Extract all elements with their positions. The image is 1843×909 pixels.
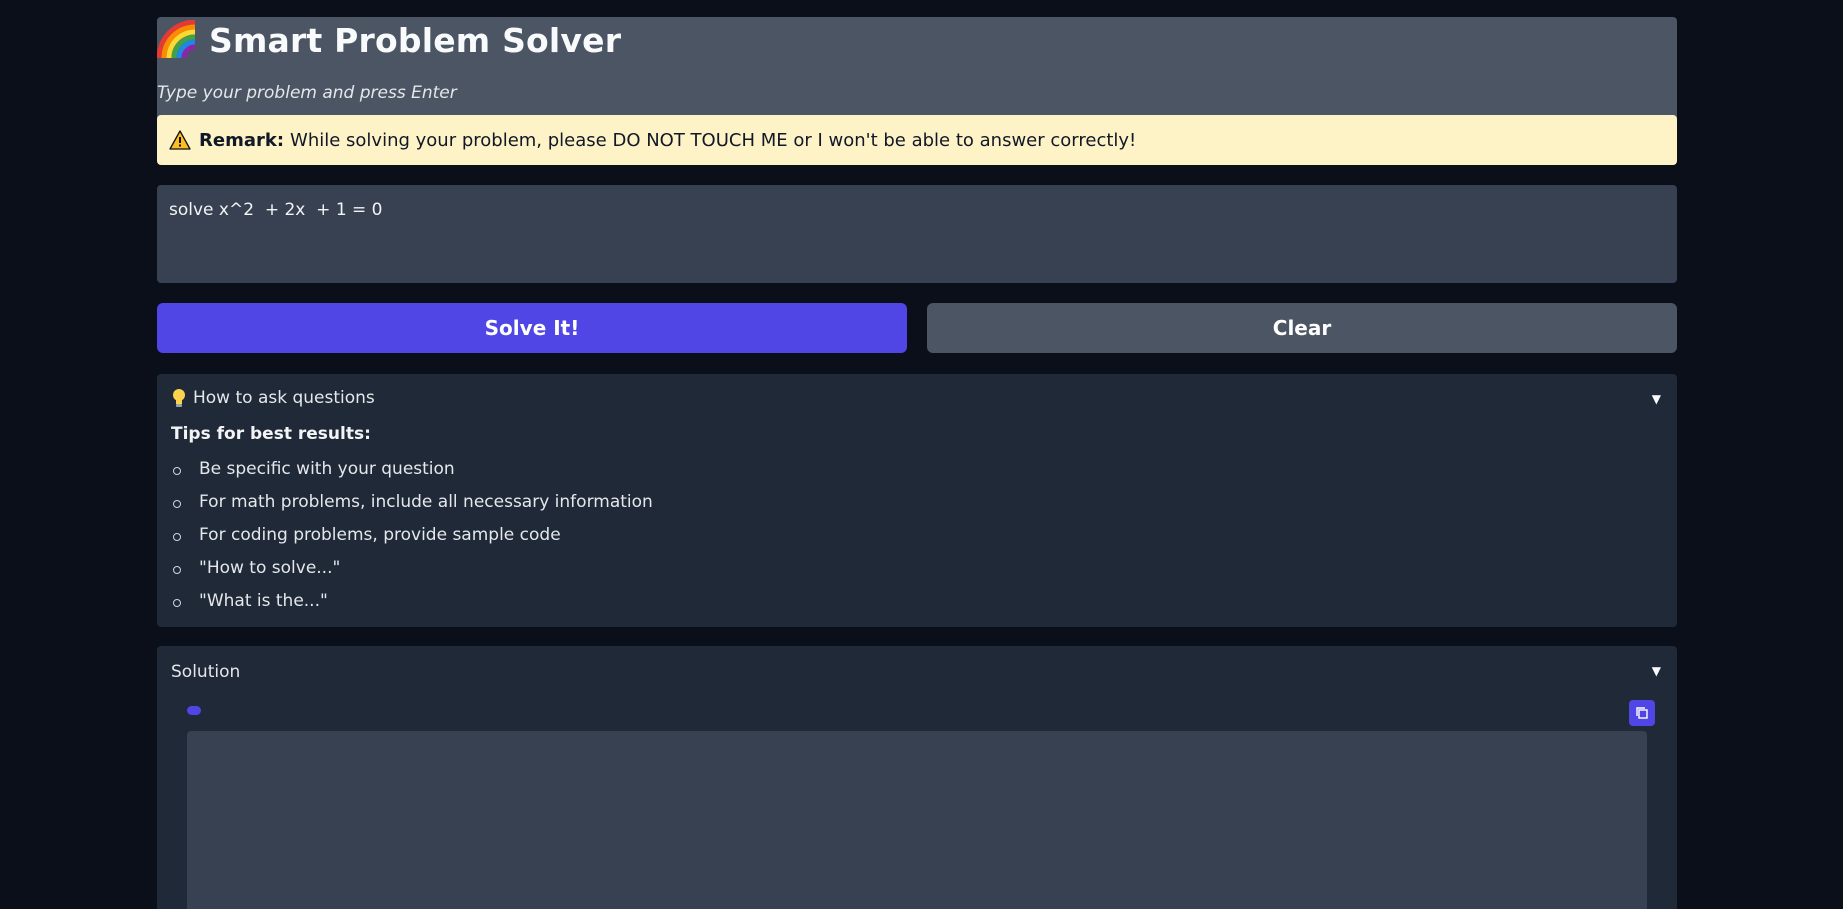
bullet-icon xyxy=(173,599,181,607)
page-subtitle: Type your problem and press Enter xyxy=(157,83,457,103)
solution-accordion: Solution ▼ xyxy=(157,646,1677,909)
warning-icon xyxy=(169,130,191,150)
remark-text: While solving your problem, please DO NO… xyxy=(290,129,1137,151)
loading-indicator xyxy=(187,706,201,715)
header-panel: Smart Problem Solver Type your problem a… xyxy=(157,17,1677,165)
lightbulb-icon xyxy=(173,389,185,407)
remark-banner: Remark: While solving your problem, plea… xyxy=(157,115,1677,165)
solve-button[interactable]: Solve It! xyxy=(157,303,907,353)
caret-down-icon[interactable]: ▼ xyxy=(1652,392,1661,406)
remark-label: Remark: xyxy=(199,129,285,151)
list-item: Be specific with your question xyxy=(171,459,653,492)
solution-accordion-header[interactable]: Solution xyxy=(171,662,240,682)
caret-down-icon[interactable]: ▼ xyxy=(1652,664,1661,678)
list-item: For math problems, include all necessary… xyxy=(171,492,653,525)
tip-text: Be specific with your question xyxy=(199,459,455,479)
tip-text: For coding problems, provide sample code xyxy=(199,525,561,545)
bullet-icon xyxy=(173,533,181,541)
tip-text: "How to solve..." xyxy=(199,558,341,578)
problem-input[interactable]: solve x^2 + 2x + 1 = 0 xyxy=(157,185,1677,283)
tips-accordion: How to ask questions ▼ Tips for best res… xyxy=(157,374,1677,627)
page-title: Smart Problem Solver xyxy=(209,20,622,60)
tips-list: Be specific with your question For math … xyxy=(171,459,653,624)
copy-button[interactable] xyxy=(1629,700,1655,726)
solution-output[interactable] xyxy=(187,731,1647,909)
copy-icon xyxy=(1636,707,1648,719)
tips-accordion-label: How to ask questions xyxy=(193,388,375,408)
title-row: Smart Problem Solver xyxy=(157,20,621,60)
list-item: "How to solve..." xyxy=(171,558,653,591)
rainbow-icon xyxy=(157,20,196,59)
tips-accordion-header[interactable]: How to ask questions xyxy=(171,388,375,408)
list-item: "What is the..." xyxy=(171,591,653,624)
list-item: For coding problems, provide sample code xyxy=(171,525,653,558)
action-buttons: Solve It! Clear xyxy=(157,303,1677,353)
bullet-icon xyxy=(173,467,181,475)
tip-text: For math problems, include all necessary… xyxy=(199,492,653,512)
app-container: Smart Problem Solver Type your problem a… xyxy=(157,17,1677,909)
bullet-icon xyxy=(173,566,181,574)
bullet-icon xyxy=(173,500,181,508)
tip-text: "What is the..." xyxy=(199,591,328,611)
clear-button[interactable]: Clear xyxy=(927,303,1677,353)
tips-title: Tips for best results: xyxy=(171,424,371,444)
